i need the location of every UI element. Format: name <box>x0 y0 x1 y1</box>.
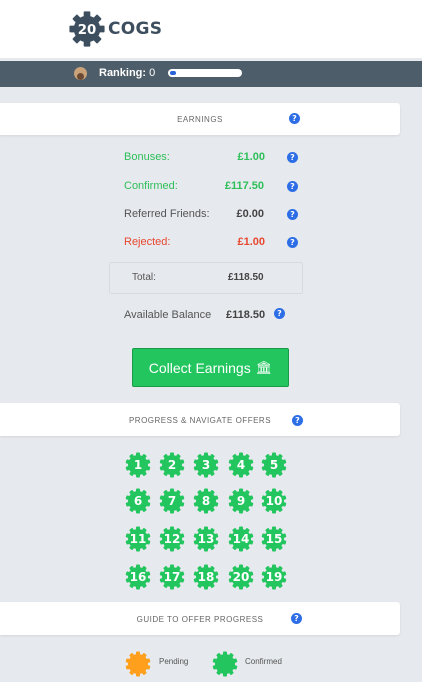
pending-label: Pending <box>159 657 189 666</box>
offer-2-button[interactable]: 2 <box>159 452 185 478</box>
offer-number: 13 <box>197 532 215 546</box>
available-balance-label: Available Balance <box>124 309 212 321</box>
offer-number: 12 <box>163 532 181 546</box>
confirmed-label: Confirmed <box>245 657 282 666</box>
help-icon[interactable]: ? <box>292 415 303 426</box>
offer-number: 19 <box>265 570 283 584</box>
guide-title: GUIDE TO OFFER PROGRESS <box>136 615 264 624</box>
earnings-row: Confirmed: £117.50? <box>0 180 422 194</box>
collect-earnings-button[interactable]: Collect Earnings 🏛 <box>132 348 289 387</box>
logo[interactable]: 20 COGS <box>68 10 162 48</box>
offer-number: 7 <box>167 494 177 508</box>
offer-number: 15 <box>265 532 283 546</box>
total-value: £118.50 <box>228 272 264 283</box>
help-icon[interactable]: ? <box>289 113 300 124</box>
offer-4-button[interactable]: 4 <box>228 452 254 478</box>
avatar[interactable] <box>74 67 87 80</box>
progress-title: PROGRESS & NAVIGATE OFFERS <box>128 416 272 425</box>
offer-9-button[interactable]: 9 <box>228 488 254 514</box>
confirmed-cog-icon <box>212 651 238 677</box>
top-bar: 20 COGS <box>0 0 422 58</box>
earnings-header: EARNINGS ? <box>0 103 400 135</box>
offer-number: 18 <box>197 570 215 584</box>
available-balance-value: £118.50 <box>226 309 266 321</box>
earnings-row-value: £1.00 <box>237 236 265 248</box>
logo-number: 20 <box>78 23 97 38</box>
guide-header: GUIDE TO OFFER PROGRESS ? <box>0 602 400 635</box>
pending-cog-icon <box>125 651 151 677</box>
offer-number: 1 <box>133 458 143 472</box>
help-icon[interactable]: ? <box>287 181 298 192</box>
offer-18-button[interactable]: 18 <box>193 564 219 590</box>
offer-17-button[interactable]: 17 <box>159 564 185 590</box>
help-icon[interactable]: ? <box>291 613 302 624</box>
offer-1-button[interactable]: 1 <box>125 452 151 478</box>
earnings-row-label: Confirmed: <box>124 180 178 192</box>
offer-number: 10 <box>265 494 283 508</box>
offer-number: 6 <box>133 494 143 508</box>
offer-number: 4 <box>236 458 246 472</box>
logo-text: COGS <box>108 19 163 39</box>
earnings-row-value: £1.00 <box>237 151 265 163</box>
offer-8-button[interactable]: 8 <box>193 488 219 514</box>
cog-logo-icon: 20 <box>68 10 106 48</box>
offer-number: 17 <box>163 570 181 584</box>
offer-19-button[interactable]: 19 <box>261 564 287 590</box>
ranking-progress-bar <box>168 69 242 77</box>
offer-number: 8 <box>201 494 211 508</box>
offer-number: 14 <box>232 532 250 546</box>
offer-7-button[interactable]: 7 <box>159 488 185 514</box>
help-icon[interactable]: ? <box>287 152 298 163</box>
bank-icon: 🏛 <box>255 359 273 375</box>
collect-earnings-label: Collect Earnings <box>148 359 251 376</box>
offer-number: 16 <box>129 570 147 584</box>
ranking-bar: Ranking: 0 <box>0 61 422 87</box>
earnings-row: Bonuses: £1.00? <box>0 151 422 165</box>
earnings-row-value: £117.50 <box>224 180 264 192</box>
offer-number: 20 <box>232 570 250 584</box>
progress-header: PROGRESS & NAVIGATE OFFERS ? <box>0 403 400 436</box>
earnings-row: Rejected: £1.00? <box>0 236 422 250</box>
help-icon[interactable]: ? <box>287 237 298 248</box>
offer-3-button[interactable]: 3 <box>193 452 219 478</box>
total-box: Total: £118.50 <box>109 262 303 294</box>
offer-number: 3 <box>201 458 211 472</box>
offer-14-button[interactable]: 14 <box>228 526 254 552</box>
earnings-row: Referred Friends: £0.00? <box>0 208 422 222</box>
offer-number: 2 <box>167 458 177 472</box>
offer-11-button[interactable]: 11 <box>125 526 151 552</box>
ranking-value: 0 <box>149 67 156 79</box>
offer-16-button[interactable]: 16 <box>125 564 151 590</box>
offer-20-button[interactable]: 20 <box>228 564 254 590</box>
total-label: Total: <box>132 272 156 283</box>
offer-15-button[interactable]: 15 <box>261 526 287 552</box>
earnings-row-label: Referred Friends: <box>124 208 210 220</box>
offer-number: 5 <box>269 458 279 472</box>
earnings-row-label: Bonuses: <box>124 151 170 163</box>
offer-13-button[interactable]: 13 <box>193 526 219 552</box>
help-icon[interactable]: ? <box>287 209 298 220</box>
offer-number: 11 <box>129 532 147 546</box>
offer-6-button[interactable]: 6 <box>125 488 151 514</box>
offer-12-button[interactable]: 12 <box>159 526 185 552</box>
ranking-progress-fill <box>170 71 176 75</box>
offer-5-button[interactable]: 5 <box>261 452 287 478</box>
earnings-row-label: Rejected: <box>124 236 171 248</box>
earnings-row-value: £0.00 <box>236 208 264 220</box>
ranking-text: Ranking: 0 <box>99 67 155 79</box>
offer-10-button[interactable]: 10 <box>261 488 287 514</box>
help-icon[interactable]: ? <box>274 308 285 319</box>
earnings-title: EARNINGS <box>177 115 223 124</box>
ranking-label: Ranking: <box>99 67 147 79</box>
offer-number: 9 <box>236 494 246 508</box>
